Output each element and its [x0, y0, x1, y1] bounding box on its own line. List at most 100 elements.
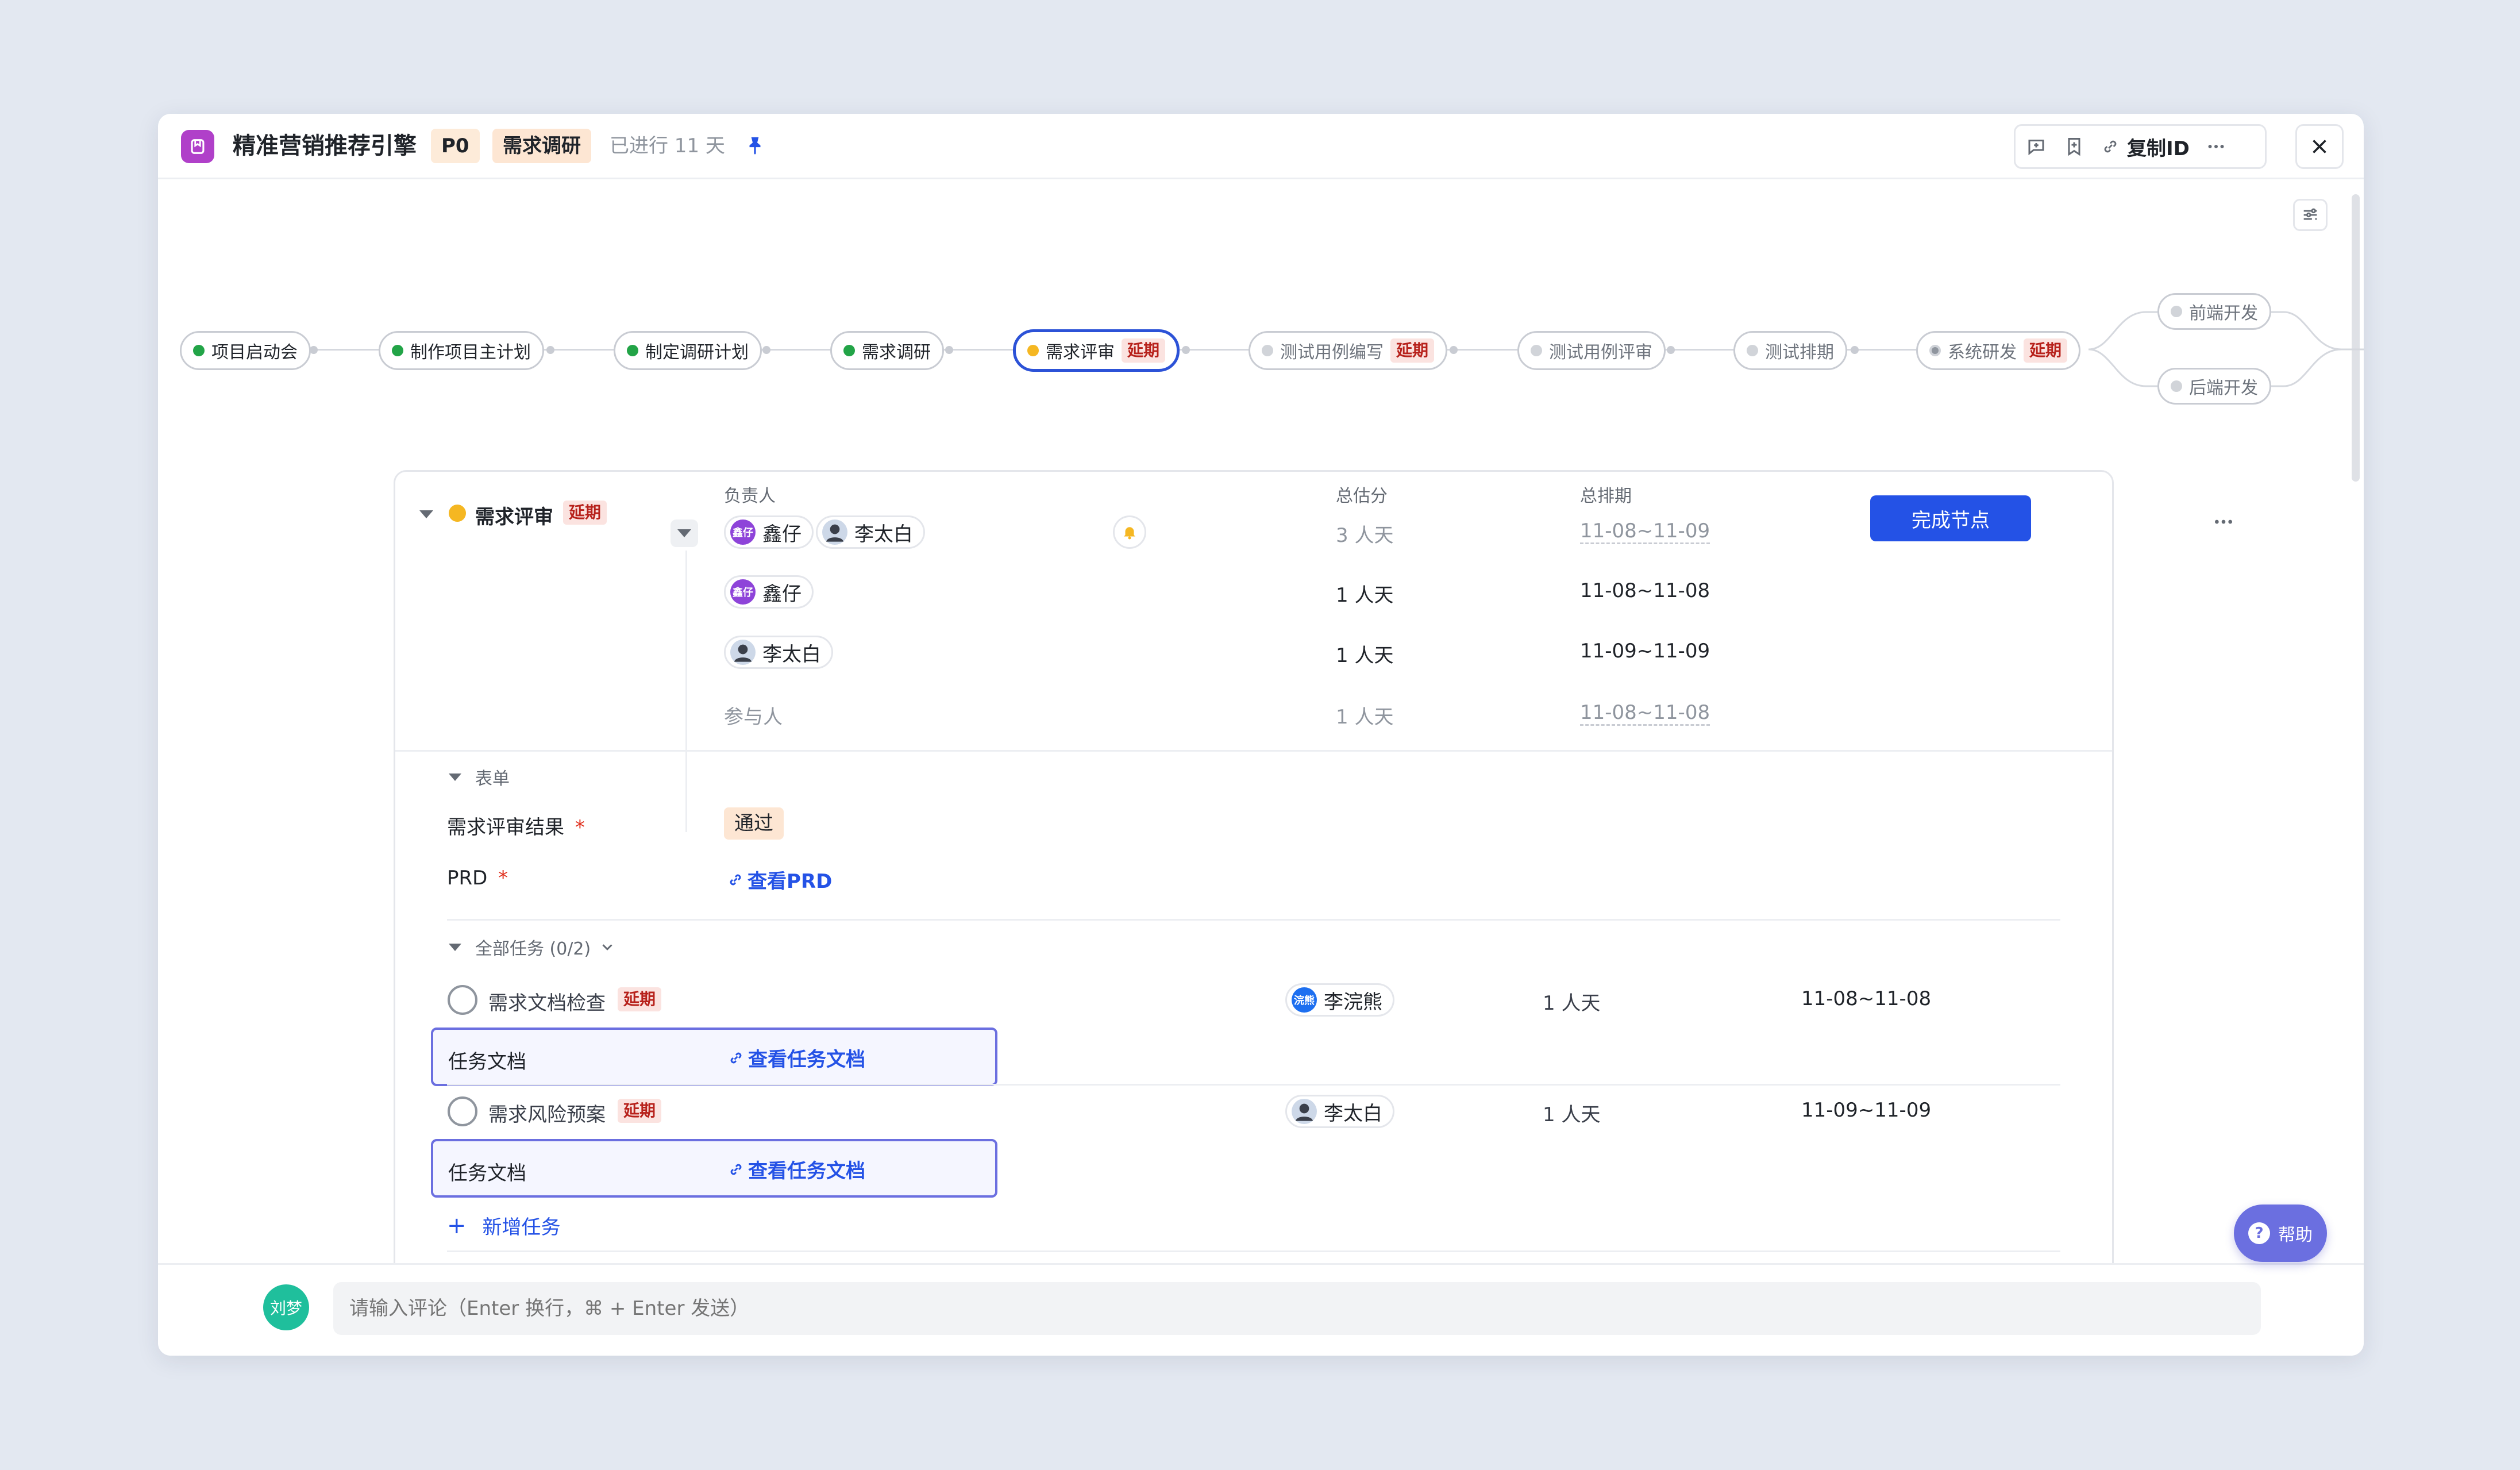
late-badge: 延期 — [618, 987, 662, 1011]
col-schedule-header: 总排期 — [1580, 486, 1632, 506]
project-title: 精准营销推荐引擎 — [233, 133, 417, 159]
view-prd-label: 查看PRD — [747, 870, 833, 893]
bell-icon — [1124, 527, 1135, 540]
add-task-button[interactable]: + 新增任务 — [447, 1211, 561, 1240]
late-badge: 延期 — [1390, 338, 1435, 363]
task-owner-chip[interactable]: 浣熊 李浣熊 — [1285, 983, 1394, 1017]
plus-icon: + — [447, 1212, 467, 1239]
owner-chip[interactable]: 李太白 — [724, 636, 833, 669]
task-owner-chip[interactable]: 李太白 — [1285, 1095, 1394, 1128]
row-schedule[interactable]: 11-08~11-08 — [1580, 701, 1710, 726]
owner-chip[interactable]: 鑫仔 鑫仔 — [724, 575, 814, 609]
flow-node-test-schedule[interactable]: 测试排期 — [1733, 331, 1847, 370]
pin-icon[interactable] — [744, 134, 766, 156]
summary-schedule[interactable]: 11-08~11-09 — [1580, 519, 1710, 544]
flow-node-backend[interactable]: 后端开发 — [2157, 368, 2271, 405]
add-comment-icon[interactable] — [2025, 135, 2048, 158]
help-button[interactable]: ? 帮助 — [2234, 1205, 2327, 1262]
priority-badge: P0 — [431, 129, 480, 163]
tasks-section-title: 全部任务 (0/2) — [475, 939, 591, 959]
view-task-doc-link[interactable]: 查看任务文档 — [727, 1044, 865, 1072]
form-section-title: 表单 — [475, 769, 510, 789]
task-doc-label: 任务文档 — [448, 1050, 526, 1073]
row-estimate: 1 人天 — [1336, 584, 1394, 607]
late-badge: 延期 — [1122, 338, 1166, 363]
tasks-collapse-caret-icon[interactable] — [449, 944, 461, 951]
row-schedule: 11-08~11-08 — [1580, 579, 1710, 602]
field-label-prd: PRD * — [447, 867, 508, 890]
form-collapse-caret-icon[interactable] — [449, 774, 461, 781]
close-button[interactable] — [2295, 124, 2344, 169]
owner-chip[interactable]: 鑫仔 鑫仔 — [724, 515, 814, 549]
section-divider — [395, 750, 2112, 752]
flow-node-research[interactable]: 需求调研 — [830, 331, 944, 370]
status-in-progress-icon — [449, 505, 466, 522]
person-avatar-icon — [1292, 1099, 1317, 1124]
avatar: 鑫仔 — [730, 519, 756, 545]
view-settings-button[interactable] — [2293, 199, 2328, 231]
modal-header: 精准营销推荐引擎 P0 需求调研 已进行 11 天 复制ID — [158, 114, 2364, 179]
node-more-icon[interactable] — [2212, 510, 2235, 536]
remind-button[interactable] — [1113, 515, 1146, 549]
status-done-icon — [843, 345, 855, 356]
status-done-icon — [193, 345, 205, 356]
close-icon — [2313, 140, 2326, 153]
task-checkbox[interactable] — [448, 985, 477, 1015]
section-divider — [447, 919, 2060, 921]
flow-node-test-case-review[interactable]: 测试用例评审 — [1517, 331, 1666, 370]
copy-id-label: 复制ID — [2127, 137, 2190, 160]
avatar: 浣熊 — [1292, 987, 1317, 1013]
view-task-doc-link[interactable]: 查看任务文档 — [727, 1155, 865, 1183]
tasks-section-header[interactable]: 全部任务 (0/2) — [475, 934, 616, 960]
flow-node-master-plan[interactable]: 制作项目主计划 — [379, 331, 544, 370]
connector-dot — [1450, 346, 1458, 354]
review-result-value[interactable]: 通过 — [724, 807, 784, 840]
summary-estimate: 3 人天 — [1336, 524, 1394, 547]
row-estimate: 1 人天 — [1336, 644, 1394, 667]
expand-owners-button[interactable] — [671, 519, 698, 547]
flow-node-research-plan[interactable]: 制定调研计划 — [614, 331, 762, 370]
connector-dot — [1851, 346, 1859, 354]
task-name[interactable]: 需求文档检查 — [488, 987, 606, 1015]
bookmark-icon[interactable] — [2063, 135, 2086, 158]
flow-node-label: 测试排期 — [1765, 343, 1834, 363]
project-detail-modal: 精准营销推荐引擎 P0 需求调研 已进行 11 天 复制ID 项目启动会 制作项… — [158, 114, 2364, 1356]
row-estimate: 1 人天 — [1336, 706, 1394, 729]
copy-id-button[interactable]: 复制ID — [2101, 133, 2190, 161]
flow-node-label: 后端开发 — [2189, 378, 2258, 398]
person-avatar-icon — [730, 640, 756, 665]
field-label-review-result: 需求评审结果 * — [447, 811, 585, 840]
flow-node-kickoff[interactable]: 项目启动会 — [180, 331, 311, 370]
more-icon[interactable] — [2205, 135, 2228, 158]
status-done-icon — [392, 345, 403, 356]
connector-dot — [1667, 346, 1675, 354]
view-task-doc-label: 查看任务文档 — [748, 1048, 865, 1071]
collapse-caret-icon[interactable] — [419, 510, 433, 518]
node-name: 需求评审 — [475, 506, 553, 529]
flow-node-label: 制作项目主计划 — [410, 343, 531, 363]
view-task-doc-label: 查看任务文档 — [748, 1160, 865, 1183]
task-schedule: 11-08~11-08 — [1801, 987, 1932, 1010]
row-schedule: 11-09~11-09 — [1580, 640, 1710, 663]
task-doc-row: 任务文档 查看任务文档 — [431, 1139, 997, 1198]
flow-node-frontend[interactable]: 前端开发 — [2157, 293, 2271, 330]
task-name[interactable]: 需求风险预案 — [488, 1099, 606, 1127]
current-user-avatar: 刘梦 — [263, 1284, 309, 1330]
flow-node-label: 项目启动会 — [211, 343, 298, 363]
task-checkbox[interactable] — [448, 1096, 477, 1126]
node-detail-card — [394, 470, 2114, 1356]
task-schedule: 11-09~11-09 — [1801, 1099, 1932, 1122]
status-pending-icon — [1262, 345, 1273, 356]
complete-node-button[interactable]: 完成节点 — [1870, 495, 2031, 541]
flow-node-review-active[interactable]: 需求评审 延期 — [1013, 329, 1180, 372]
comment-input[interactable] — [333, 1282, 2261, 1335]
flow-node-test-case-writing[interactable]: 测试用例编写 延期 — [1249, 331, 1448, 370]
tree-line — [685, 551, 687, 832]
flow-node-development[interactable]: 系统研发 延期 — [1916, 331, 2081, 370]
connector-dot — [945, 346, 953, 354]
link-icon — [730, 874, 741, 885]
owner-name: 李浣熊 — [1324, 990, 1382, 1014]
owner-name: 鑫仔 — [762, 522, 802, 546]
owner-chip[interactable]: 李太白 — [816, 515, 925, 549]
view-prd-link[interactable]: 查看PRD — [727, 865, 832, 894]
